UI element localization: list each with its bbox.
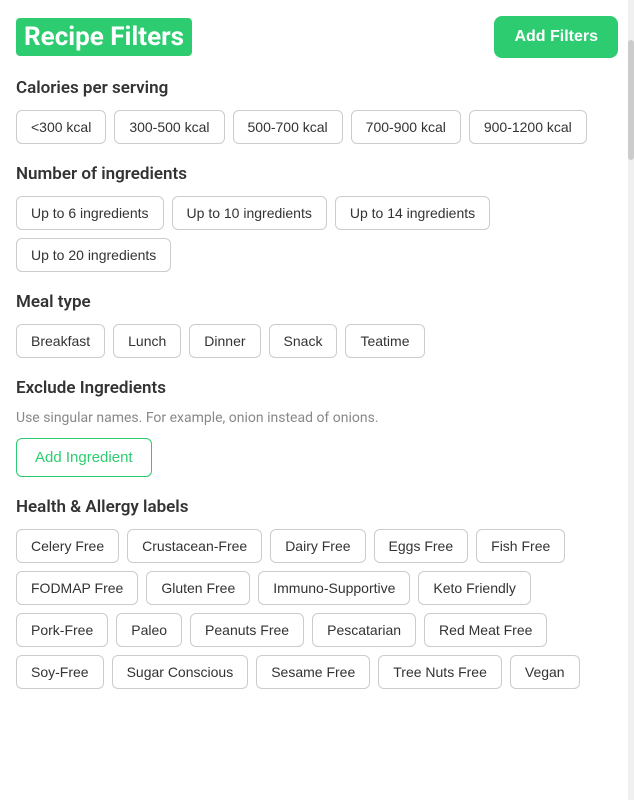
chip-up-to-14-ingredients[interactable]: Up to 14 ingredients bbox=[335, 196, 490, 230]
chip-up-to-20-ingredients[interactable]: Up to 20 ingredients bbox=[16, 238, 171, 272]
chip-vegan[interactable]: Vegan bbox=[510, 655, 580, 689]
chip-eggs-free[interactable]: Eggs Free bbox=[374, 529, 469, 563]
ingredients-section: Number of ingredients Up to 6 ingredient… bbox=[16, 164, 618, 272]
add-ingredient-button[interactable]: Add Ingredient bbox=[16, 438, 152, 477]
calories-chips: <300 kcal300-500 kcal 500-700 kcal700-900… bbox=[16, 110, 618, 144]
page-title: Recipe Filters bbox=[16, 18, 192, 56]
chip-sesame-free[interactable]: Sesame Free bbox=[256, 655, 370, 689]
chip-dinner[interactable]: Dinner bbox=[189, 324, 260, 358]
chip-700-900-kcal[interactable]: 700-900 kcal bbox=[351, 110, 461, 144]
chip-red-meat-free[interactable]: Red Meat Free bbox=[424, 613, 547, 647]
chip-tree-nuts-free[interactable]: Tree Nuts Free bbox=[378, 655, 502, 689]
exclude-section-title: Exclude Ingredients bbox=[16, 378, 618, 398]
scrollbar-thumb[interactable] bbox=[628, 40, 634, 160]
scrollbar[interactable] bbox=[628, 0, 634, 800]
add-filters-button[interactable]: Add Filters bbox=[494, 16, 618, 58]
chip-dairy-free[interactable]: Dairy Free bbox=[270, 529, 365, 563]
calories-section-title: Calories per serving bbox=[16, 78, 618, 98]
health-chips: Celery FreeCrustacean-FreeDairy Free Eggs… bbox=[16, 529, 618, 689]
calories-section: Calories per serving <300 kcal300-500 kc… bbox=[16, 78, 618, 144]
chip-fish-free[interactable]: Fish Free bbox=[476, 529, 565, 563]
chip-snack[interactable]: Snack bbox=[269, 324, 338, 358]
ingredients-chips: Up to 6 ingredientsUp to 10 ingredientsU… bbox=[16, 196, 618, 272]
health-section-title: Health & Allergy labels bbox=[16, 497, 618, 517]
exclude-section: Exclude Ingredients Use singular names. … bbox=[16, 378, 618, 477]
meal-type-chips: BreakfastLunchDinner SnackTeatime bbox=[16, 324, 618, 358]
chip-up-to-6-ingredients[interactable]: Up to 6 ingredients bbox=[16, 196, 164, 230]
chip-immuno-supportive[interactable]: Immuno-Supportive bbox=[258, 571, 410, 605]
chip-breakfast[interactable]: Breakfast bbox=[16, 324, 105, 358]
chip-<300-kcal[interactable]: <300 kcal bbox=[16, 110, 106, 144]
chip-paleo[interactable]: Paleo bbox=[116, 613, 182, 647]
chip-peanuts-free[interactable]: Peanuts Free bbox=[190, 613, 304, 647]
chip-pork-free[interactable]: Pork-Free bbox=[16, 613, 108, 647]
chip-up-to-10-ingredients[interactable]: Up to 10 ingredients bbox=[172, 196, 327, 230]
chip-900-1200-kcal[interactable]: 900-1200 kcal bbox=[469, 110, 587, 144]
chip-celery-free[interactable]: Celery Free bbox=[16, 529, 119, 563]
chip-soy-free[interactable]: Soy-Free bbox=[16, 655, 104, 689]
meal-type-section-title: Meal type bbox=[16, 292, 618, 312]
header: Recipe Filters Add Filters bbox=[16, 16, 618, 58]
chip-keto-friendly[interactable]: Keto Friendly bbox=[418, 571, 530, 605]
chip-lunch[interactable]: Lunch bbox=[113, 324, 181, 358]
chip-fodmap-free[interactable]: FODMAP Free bbox=[16, 571, 138, 605]
health-section: Health & Allergy labels Celery FreeCrust… bbox=[16, 497, 618, 689]
chip-500-700-kcal[interactable]: 500-700 kcal bbox=[233, 110, 343, 144]
chip-crustacean-free[interactable]: Crustacean-Free bbox=[127, 529, 262, 563]
chip-teatime[interactable]: Teatime bbox=[345, 324, 424, 358]
chip-gluten-free[interactable]: Gluten Free bbox=[146, 571, 250, 605]
chip-sugar-conscious[interactable]: Sugar Conscious bbox=[112, 655, 249, 689]
exclude-subtitle: Use singular names. For example, onion i… bbox=[16, 410, 618, 426]
chip-pescatarian[interactable]: Pescatarian bbox=[312, 613, 416, 647]
meal-type-section: Meal type BreakfastLunchDinner SnackTeati… bbox=[16, 292, 618, 358]
ingredients-section-title: Number of ingredients bbox=[16, 164, 618, 184]
chip-300-500-kcal[interactable]: 300-500 kcal bbox=[114, 110, 224, 144]
